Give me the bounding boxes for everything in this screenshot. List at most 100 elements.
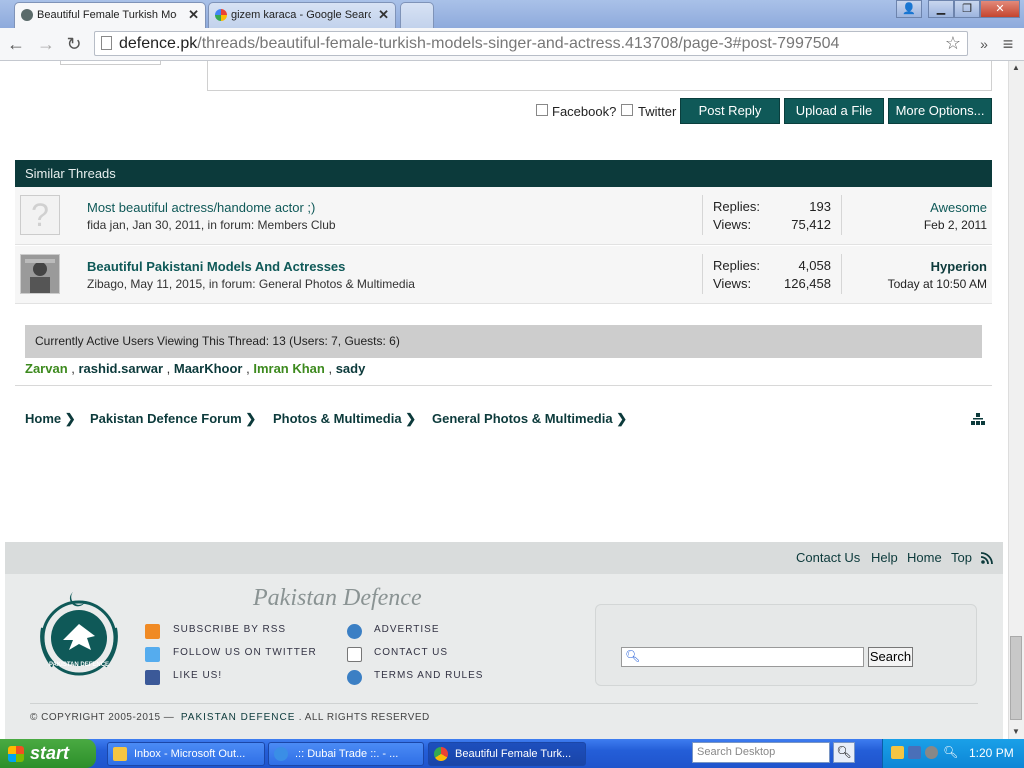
footer-help-link[interactable]: Help xyxy=(871,550,898,565)
footer-home-link[interactable]: Home xyxy=(907,550,942,565)
close-tab-icon[interactable]: ✕ xyxy=(378,7,389,23)
tray-search-icon[interactable]: 🔍︎ xyxy=(943,745,958,759)
scroll-down-icon[interactable]: ▼ xyxy=(1012,727,1020,736)
ie-icon xyxy=(274,747,288,761)
system-tray: 🔍︎ 1:20 PM xyxy=(882,739,1024,768)
user-avatar[interactable] xyxy=(20,254,60,294)
svg-text:?: ? xyxy=(31,197,49,233)
new-tab-button[interactable] xyxy=(400,2,434,28)
thread-meta: fida jan, Jan 30, 2011, in forum: Member… xyxy=(87,218,336,232)
envelope-icon xyxy=(347,647,362,662)
chevron-right-icon: ❯ xyxy=(405,411,417,426)
thread-title-link[interactable]: Beautiful Pakistani Models And Actresses xyxy=(87,259,345,274)
reload-icon[interactable]: ↻ xyxy=(62,32,86,56)
subscribe-rss-link[interactable]: SUBSCRIBE BY RSS xyxy=(173,624,286,635)
active-viewers-bar: Currently Active Users Viewing This Thre… xyxy=(25,325,982,358)
google-favicon-icon xyxy=(215,9,227,21)
twitter-checkbox[interactable] xyxy=(621,104,633,116)
user-icon[interactable]: 👤 xyxy=(896,0,922,18)
thread-row: Beautiful Pakistani Models And Actresses… xyxy=(15,246,992,304)
more-options-button[interactable]: More Options... xyxy=(888,98,992,124)
upload-file-button[interactable]: Upload a File xyxy=(784,98,884,124)
user-link[interactable]: Zarvan xyxy=(25,361,68,376)
close-tab-icon[interactable]: ✕ xyxy=(188,7,199,23)
browser-toolbar: ← → ↻ defence.pk/threads/beautiful-femal… xyxy=(0,28,1024,61)
browser-tab-active[interactable]: Beautiful Female Turkish Mod ✕ xyxy=(14,2,206,28)
breadcrumb-forum[interactable]: Pakistan Defence Forum ❯ xyxy=(90,411,256,427)
advertise-link[interactable]: ADVERTISE xyxy=(374,624,440,635)
divider xyxy=(841,254,842,294)
taskbar-chrome[interactable]: Beautiful Female Turk... xyxy=(428,742,586,766)
extensions-chevron-icon[interactable]: » xyxy=(972,32,996,56)
divider xyxy=(15,385,992,386)
start-button[interactable]: start xyxy=(0,739,96,768)
terms-rules-link[interactable]: TERMS AND RULES xyxy=(374,670,483,681)
thread-title-link[interactable]: Most beautiful actress/handome actor ;) xyxy=(87,200,315,215)
breadcrumb-general-photos[interactable]: General Photos & Multimedia ❯ xyxy=(432,411,627,427)
taskbar-ie[interactable]: .:: Dubai Trade ::. - ... xyxy=(268,742,424,766)
reply-editor[interactable] xyxy=(207,61,992,91)
last-post-date: Today at 10:50 AM xyxy=(887,277,987,291)
replies-count: 4,058 xyxy=(798,258,831,273)
like-us-link[interactable]: LIKE US! xyxy=(173,670,222,681)
page-icon xyxy=(101,36,112,50)
footer-contact-link[interactable]: Contact Us xyxy=(796,550,860,565)
scroll-up-icon[interactable]: ▲ xyxy=(1012,63,1020,72)
facebook-checkbox[interactable] xyxy=(536,104,548,116)
contact-us-link[interactable]: CONTACT US xyxy=(374,647,448,658)
desktop-search-icon[interactable]: 🔍︎ xyxy=(833,742,855,763)
twitter-label: Twitter xyxy=(638,104,677,119)
footer-search-button[interactable]: Search xyxy=(868,647,913,667)
globe-icon xyxy=(347,624,362,639)
bookmark-star-icon[interactable]: ☆ xyxy=(945,33,961,54)
footer-search-input[interactable]: 🔍︎ xyxy=(621,647,864,667)
user-link[interactable]: rashid.sarwar xyxy=(78,361,163,376)
close-window-icon[interactable]: ✕ xyxy=(980,0,1020,18)
tray-outlook-icon[interactable] xyxy=(891,746,904,759)
desktop-search-input[interactable]: Search Desktop xyxy=(692,742,830,763)
divider xyxy=(702,254,703,294)
last-poster-link[interactable]: Hyperion xyxy=(931,259,987,274)
avatar-placeholder-icon[interactable]: ? xyxy=(20,195,60,235)
menu-icon[interactable]: ≡ xyxy=(996,32,1020,56)
facebook-label: Facebook? xyxy=(552,104,617,119)
footer-top-link[interactable]: Top xyxy=(951,550,972,565)
copyright-text: © COPYRIGHT 2005-2015 — PAKISTAN DEFENCE… xyxy=(30,712,430,723)
chevron-right-icon: ❯ xyxy=(64,411,76,426)
breadcrumb-photos[interactable]: Photos & Multimedia ❯ xyxy=(273,411,416,427)
post-reply-button[interactable]: Post Reply xyxy=(680,98,780,124)
address-bar[interactable]: defence.pk/threads/beautiful-female-turk… xyxy=(94,31,968,56)
user-link[interactable]: Imran Khan xyxy=(253,361,325,376)
rss-feed-icon xyxy=(145,624,160,639)
user-link[interactable]: sady xyxy=(336,361,366,376)
user-link[interactable]: MaarKhoor xyxy=(174,361,243,376)
footer-site-title: Pakistan Defence xyxy=(253,585,422,611)
breadcrumb-home[interactable]: Home ❯ xyxy=(25,411,76,427)
sitemap-icon[interactable] xyxy=(971,412,985,430)
back-arrow-icon[interactable]: ← xyxy=(4,32,28,56)
views-count: 126,458 xyxy=(784,276,831,291)
views-label: Views: xyxy=(713,217,752,232)
rss-icon[interactable] xyxy=(980,551,993,569)
avatar-frame xyxy=(60,61,161,65)
last-poster-link[interactable]: Awesome xyxy=(930,200,987,215)
chrome-icon xyxy=(434,747,448,761)
tray-app-icon[interactable] xyxy=(925,746,938,759)
restore-icon[interactable]: ❐ xyxy=(954,0,980,18)
forward-arrow-icon[interactable]: → xyxy=(34,32,58,56)
follow-twitter-link[interactable]: FOLLOW US ON TWITTER xyxy=(173,647,317,658)
url-text: defence.pk/threads/beautiful-female-turk… xyxy=(119,35,840,52)
copyright-brand-link[interactable]: PAKISTAN DEFENCE xyxy=(181,712,296,723)
browser-tab[interactable]: gizem karaca - Google Search ✕ xyxy=(208,2,396,28)
facebook-icon xyxy=(145,670,160,685)
taskbar-outlook[interactable]: Inbox - Microsoft Out... xyxy=(107,742,265,766)
tray-network-icon[interactable] xyxy=(908,746,921,759)
pakistan-defence-logo[interactable]: PAKISTAN DEFENCE xyxy=(33,588,125,685)
scrollbar-thumb[interactable] xyxy=(1010,636,1022,720)
start-label: start xyxy=(30,743,70,763)
last-post-date: Feb 2, 2011 xyxy=(923,218,987,232)
replies-label: Replies: xyxy=(713,258,760,273)
replies-label: Replies: xyxy=(713,199,760,214)
clock[interactable]: 1:20 PM xyxy=(969,746,1014,760)
minimize-icon[interactable]: ▁ xyxy=(928,0,954,18)
